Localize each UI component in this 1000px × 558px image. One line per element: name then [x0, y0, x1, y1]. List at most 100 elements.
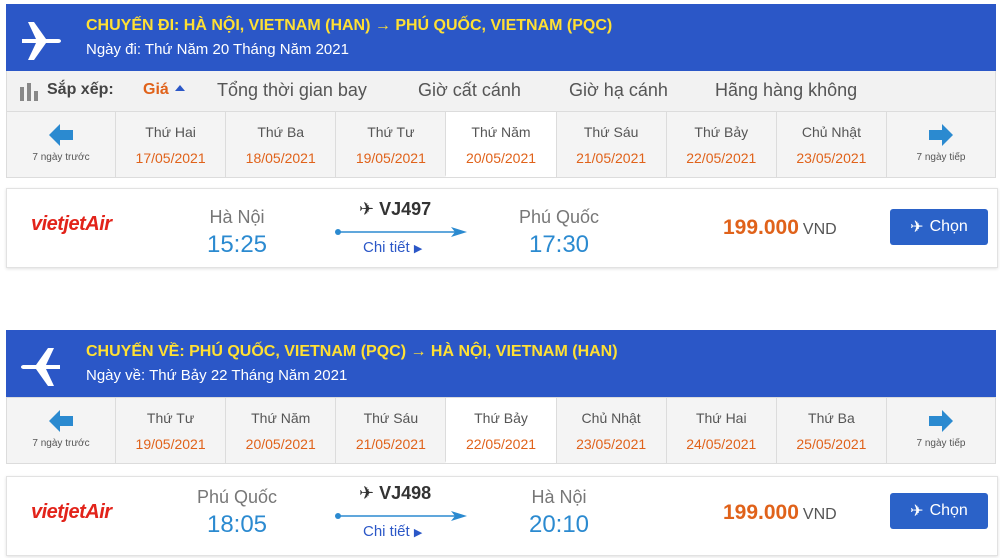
- day-date: 22/05/2021: [465, 436, 537, 452]
- arrow-left-icon: [49, 124, 73, 146]
- flight-card: vietjetAir Phú Quốc 18:05 ✈ VJ498 Chi ti…: [6, 476, 998, 556]
- day-date: 19/05/2021: [135, 436, 206, 452]
- day-name: Thứ Năm: [251, 410, 311, 426]
- day-date: 23/05/2021: [576, 436, 647, 452]
- date-selector: 7 ngày trước Thứ Tư 19/05/2021 Thứ Năm 20/…: [6, 397, 996, 464]
- day-option-selected[interactable]: Thứ Năm 20/05/2021: [445, 112, 556, 177]
- day-name: Thứ Sáu: [363, 410, 419, 426]
- return-header: CHUYẾN VỀ: PHÚ QUỐC, VIETNAM (PQC) → HÀ …: [6, 330, 996, 397]
- airline-logo: vietjetAir: [31, 501, 112, 523]
- arrival-time: 17:30: [528, 231, 590, 258]
- flight-number: ✈ VJ497: [359, 199, 432, 219]
- next-week-button[interactable]: 7 ngày tiếp: [885, 398, 995, 463]
- day-date: 18/05/2021: [245, 150, 316, 166]
- departure-city: Hà Nội: [209, 207, 265, 227]
- bar-chart-icon: [19, 83, 39, 106]
- outbound-section: CHUYẾN ĐI: HÀ NỘI, VIETNAM (HAN) → PHÚ Q…: [6, 4, 998, 268]
- prev-week-button[interactable]: 7 ngày trước: [7, 112, 115, 177]
- day-option[interactable]: Thứ Sáu 21/05/2021: [555, 112, 666, 177]
- day-date: 21/05/2021: [355, 436, 426, 452]
- caret-right-icon: ▶: [413, 243, 423, 255]
- outbound-header: CHUYẾN ĐI: HÀ NỘI, VIETNAM (HAN) → PHÚ Q…: [6, 4, 996, 71]
- day-option[interactable]: Thứ Tư 19/05/2021: [335, 112, 445, 177]
- prev-week-button[interactable]: 7 ngày trước: [7, 398, 115, 463]
- detail-link[interactable]: Chi tiết ▶: [363, 523, 422, 540]
- airplane-small-icon: ✈: [910, 219, 924, 236]
- prev-week-label: 7 ngày trước: [32, 152, 90, 163]
- departure-time: 18:05: [206, 511, 268, 538]
- route-title: CHUYẾN ĐI: HÀ NỘI, VIETNAM (HAN) → PHÚ Q…: [86, 17, 613, 34]
- arrow-right-icon: [928, 410, 953, 432]
- sort-option-arrival-time[interactable]: Giờ hạ cánh: [569, 80, 668, 101]
- sort-option-departure-time[interactable]: Giờ cất cánh: [418, 80, 521, 101]
- route-line-icon: [335, 511, 467, 521]
- day-option[interactable]: Thứ Tư 19/05/2021: [115, 398, 225, 463]
- next-week-button[interactable]: 7 ngày tiếp: [885, 112, 995, 177]
- day-date: 23/05/2021: [796, 150, 867, 166]
- departure-time: 15:25: [206, 231, 268, 258]
- price: 199.000 VND: [723, 501, 837, 524]
- route-title: CHUYẾN VỀ: PHÚ QUỐC, VIETNAM (PQC) → HÀ …: [86, 343, 618, 360]
- sort-label: Sắp xếp:: [47, 81, 114, 98]
- day-option[interactable]: Thứ Ba 18/05/2021: [225, 112, 335, 177]
- day-name: Thứ Ba: [808, 410, 855, 426]
- currency: VND: [802, 506, 837, 523]
- airline-logo: vietjetAir: [31, 213, 112, 235]
- day-option[interactable]: Chủ Nhật 23/05/2021: [555, 398, 666, 463]
- day-date: 20/05/2021: [245, 436, 316, 452]
- day-option[interactable]: Thứ Năm 20/05/2021: [225, 398, 335, 463]
- day-option[interactable]: Thứ Hai 24/05/2021: [665, 398, 776, 463]
- arrow-left-icon: [49, 410, 73, 432]
- day-option[interactable]: Chủ Nhật 23/05/2021: [775, 112, 886, 177]
- day-name: Thứ Bảy: [474, 410, 528, 426]
- day-date: 24/05/2021: [686, 436, 757, 452]
- day-date: 25/05/2021: [796, 436, 867, 452]
- arrow-right-icon: [928, 124, 953, 146]
- day-date: 21/05/2021: [576, 150, 647, 166]
- day-date: 17/05/2021: [135, 150, 206, 166]
- sort-option-total-time[interactable]: Tổng thời gian bay: [217, 80, 367, 101]
- day-name: Thứ Ba: [257, 124, 305, 140]
- currency: VND: [802, 221, 837, 238]
- flight-number: ✈ VJ498: [359, 483, 432, 503]
- prev-week-label: 7 ngày trước: [32, 438, 90, 449]
- day-option[interactable]: Thứ Ba 25/05/2021: [775, 398, 886, 463]
- day-date: 19/05/2021: [355, 150, 426, 166]
- price: 199.000 VND: [723, 216, 837, 239]
- flight-card: vietjetAir Hà Nội 15:25 ✈ VJ497 Chi tiết…: [6, 188, 998, 268]
- day-name: Thứ Năm: [471, 124, 531, 140]
- day-date: 22/05/2021: [686, 150, 757, 166]
- day-name: Chủ Nhật: [801, 124, 861, 140]
- select-flight-button[interactable]: ✈ Chọn: [890, 493, 988, 529]
- day-option[interactable]: Thứ Sáu 21/05/2021: [335, 398, 445, 463]
- day-name: Thứ Tư: [367, 124, 415, 140]
- airplane-small-icon: ✈: [359, 483, 375, 503]
- day-option-selected[interactable]: Thứ Bảy 22/05/2021: [445, 398, 556, 463]
- next-week-label: 7 ngày tiếp: [916, 438, 966, 449]
- day-name: Thứ Tư: [146, 410, 195, 426]
- return-section: CHUYẾN VỀ: PHÚ QUỐC, VIETNAM (PQC) → HÀ …: [6, 330, 998, 556]
- route-date: Ngày về: Thứ Bảy 22 Tháng Năm 2021: [86, 367, 348, 384]
- day-date: 20/05/2021: [465, 150, 537, 166]
- date-selector: 7 ngày trước Thứ Hai 17/05/2021 Thứ Ba 18/…: [6, 111, 996, 178]
- sort-option-price[interactable]: Giá: [143, 81, 185, 99]
- day-option[interactable]: Thứ Bảy 22/05/2021: [665, 112, 776, 177]
- day-option[interactable]: Thứ Hai 17/05/2021: [115, 112, 225, 177]
- arrival-city: Phú Quốc: [518, 207, 600, 227]
- arrival-city: Hà Nội: [531, 487, 587, 507]
- day-name: Chủ Nhật: [581, 410, 641, 426]
- route-line-icon: [335, 227, 467, 237]
- select-flight-button[interactable]: ✈ Chọn: [890, 209, 988, 245]
- arrival-time: 20:10: [528, 511, 590, 538]
- sort-option-airline[interactable]: Hãng hàng không: [715, 80, 857, 101]
- caret-up-icon: [174, 84, 185, 91]
- airplane-icon: [14, 12, 68, 66]
- airplane-icon: [14, 338, 68, 392]
- caret-right-icon: ▶: [413, 527, 423, 539]
- next-week-label: 7 ngày tiếp: [916, 152, 966, 163]
- day-name: Thứ Hai: [145, 124, 196, 140]
- sort-bar: Sắp xếp: Giá Tổng thời gian bay Giờ cất …: [6, 71, 996, 111]
- detail-link[interactable]: Chi tiết ▶: [363, 239, 422, 256]
- day-name: Thứ Bảy: [694, 124, 749, 140]
- departure-city: Phú Quốc: [196, 487, 278, 507]
